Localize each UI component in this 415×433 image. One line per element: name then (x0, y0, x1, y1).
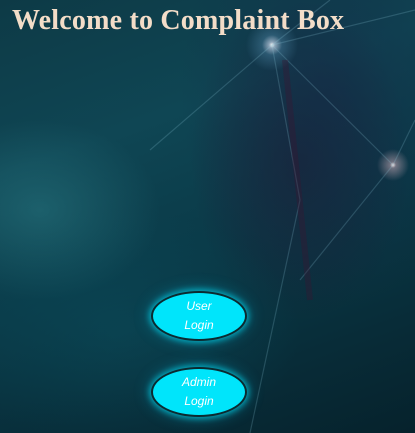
user-login-label-line1: User (186, 299, 212, 313)
admin-login-button[interactable]: Admin Login (151, 367, 247, 417)
user-login-button[interactable]: User Login (151, 291, 247, 341)
admin-login-label-line2: Login (184, 394, 214, 408)
page-title: Welcome to Complaint Box (12, 5, 345, 36)
admin-login-label-line1: Admin (181, 375, 216, 389)
user-login-label-line2: Login (184, 318, 214, 332)
